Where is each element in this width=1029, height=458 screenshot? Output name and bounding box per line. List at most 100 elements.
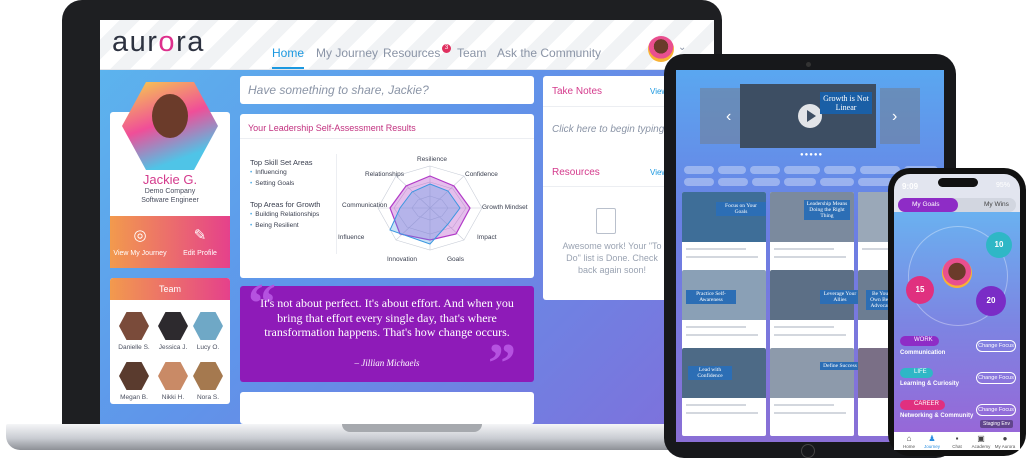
status-time: 9:09: [902, 182, 919, 191]
my-aurora-icon[interactable]: ●: [994, 434, 1016, 443]
chevron-right-icon[interactable]: ›: [892, 108, 897, 126]
skill-item: Influencing: [250, 169, 286, 176]
chat-icon[interactable]: ▪: [946, 434, 968, 443]
course-card-text: [686, 412, 758, 414]
chevron-down-icon[interactable]: ⌄: [678, 42, 686, 53]
tablet-camera: [806, 62, 811, 67]
growth-item: Being Resilient: [250, 222, 298, 229]
nav-my-aurora-label: My Aurora: [994, 444, 1016, 449]
work-category: Communication: [900, 350, 946, 356]
edit-profile-label: Edit Profile: [183, 250, 217, 257]
view-journey-label: View My Journey: [113, 250, 167, 257]
laptop-notch: [342, 424, 482, 432]
carousel-dots: ●●●●●: [800, 152, 824, 158]
share-input[interactable]: Have something to share, Jackie?: [240, 76, 534, 104]
course-card[interactable]: [770, 270, 854, 358]
work-tag: WORK: [900, 336, 939, 346]
home-icon[interactable]: ⌂: [898, 434, 920, 443]
chevron-left-icon[interactable]: ‹: [726, 108, 731, 126]
course-card-text: [774, 248, 834, 250]
team-member-name: Megan B.: [120, 394, 148, 401]
staging-label: Staging Env: [980, 420, 1013, 428]
nav-academy-label: Academy: [971, 444, 991, 449]
growth-item: Building Relationships: [250, 211, 319, 218]
quote-text: It's not about perfect. It's about effor…: [260, 296, 514, 339]
tab-my-wins[interactable]: My Wins: [984, 201, 1009, 208]
career-category: Networking & Community: [900, 413, 974, 419]
divider: [543, 106, 665, 107]
career-goal-bubble[interactable]: 15: [906, 276, 934, 304]
filter-chip[interactable]: [752, 178, 780, 186]
radar-label: Growth Mindset: [482, 204, 528, 211]
play-icon[interactable]: [798, 104, 822, 128]
nav-ask-community[interactable]: Ask the Community: [497, 46, 601, 60]
nav-journey-label: Journey: [923, 444, 940, 449]
notes-input[interactable]: Click here to begin typing...: [552, 124, 673, 135]
change-focus-career-button[interactable]: Change Focus: [976, 404, 1016, 416]
aurora-logo[interactable]: aurora: [112, 26, 205, 59]
divider: [336, 154, 337, 254]
document-icon: [596, 208, 616, 234]
work-goal-bubble[interactable]: 10: [986, 232, 1012, 258]
filter-chip[interactable]: [718, 178, 748, 186]
filter-chip[interactable]: [860, 166, 900, 174]
course-card-text: [774, 334, 846, 336]
nav-resources[interactable]: Resources: [383, 46, 440, 60]
nav-chat-label: Chat: [952, 444, 962, 449]
radar-label: Resilience: [417, 156, 447, 163]
course-card-title: Focus on Your Goals: [716, 202, 766, 216]
filter-chip[interactable]: [820, 178, 854, 186]
video-thumb-next[interactable]: [880, 88, 920, 144]
filter-chip[interactable]: [718, 166, 746, 174]
quote-author: – Jillian Michaels: [354, 358, 420, 368]
radar-label: Goals: [447, 256, 464, 263]
course-card-text: [774, 404, 834, 406]
tablet-home-button[interactable]: [801, 444, 815, 458]
radar-label: Innovation: [387, 256, 417, 263]
filter-chip[interactable]: [784, 178, 816, 186]
profile-name: Jackie G.: [142, 172, 198, 187]
notes-title: Take Notes: [552, 86, 603, 97]
change-focus-life-button[interactable]: Change Focus: [976, 372, 1016, 384]
filter-chip[interactable]: [824, 166, 856, 174]
course-card-title: Lead with Confidence: [688, 366, 732, 380]
filter-chip[interactable]: [750, 166, 780, 174]
resources-title: Resources: [552, 167, 600, 178]
resources-message: Awesome work! Your "To Do" list is Done.…: [562, 241, 662, 275]
growth-label: Top Areas for Growth: [250, 200, 321, 209]
change-focus-work-button[interactable]: Change Focus: [976, 340, 1016, 352]
course-card-text: [686, 334, 758, 336]
filter-chip[interactable]: [684, 166, 714, 174]
course-card-text: [686, 404, 746, 406]
status-battery: 95%: [996, 182, 1011, 189]
course-card[interactable]: [682, 348, 766, 436]
profile-company: Demo Company: [144, 188, 196, 195]
edit-icon: ✎: [193, 227, 207, 244]
nav-my-journey[interactable]: My Journey: [316, 46, 378, 60]
radar-label: Confidence: [465, 171, 498, 178]
view-journey-button[interactable]: ◎ View My Journey: [110, 226, 170, 257]
team-member-name: Nora S.: [196, 394, 220, 401]
filter-chip[interactable]: [784, 166, 820, 174]
nav-home[interactable]: Home: [272, 46, 305, 69]
edit-profile-button[interactable]: ✎ Edit Profile: [170, 226, 230, 257]
radar-label: Communication: [342, 202, 388, 209]
course-card[interactable]: [682, 270, 766, 358]
nav-team[interactable]: Team: [457, 46, 486, 60]
radar-label: Impact: [477, 234, 497, 241]
academy-icon[interactable]: ▣: [970, 434, 992, 443]
user-avatar[interactable]: [942, 258, 972, 288]
video-thumb-prev[interactable]: [700, 88, 740, 144]
divider: [240, 138, 534, 139]
skill-item: Setting Goals: [250, 180, 294, 187]
journey-icon[interactable]: ♟: [921, 434, 943, 443]
video-caption: Growth is Not Linear: [820, 92, 872, 114]
filter-chip[interactable]: [684, 178, 714, 186]
nav-home-label: Home: [902, 444, 915, 449]
career-tag: CAREER: [900, 400, 946, 410]
course-card-title: Leadership Means Doing the Right Thing: [804, 200, 850, 220]
tab-my-goals[interactable]: My Goals: [912, 201, 939, 208]
team-member-name: Lucy O.: [196, 344, 220, 351]
target-icon: ◎: [133, 227, 147, 244]
life-goal-bubble[interactable]: 20: [976, 286, 1006, 316]
